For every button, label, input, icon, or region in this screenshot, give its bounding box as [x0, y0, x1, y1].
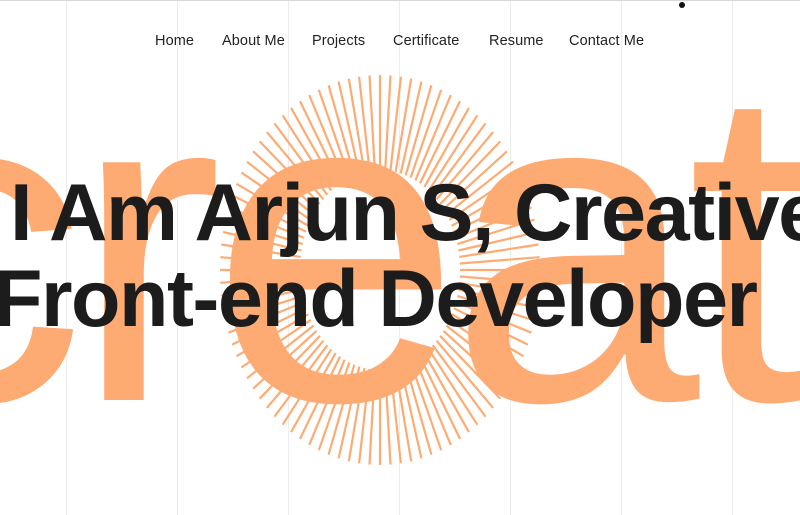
headline-line-2: Front-end Developer	[0, 254, 758, 344]
main-navigation: Home About Me Projects Certificate Resum…	[0, 33, 800, 53]
nav-projects-link[interactable]: Projects	[312, 33, 365, 49]
hero-headline: I Am Arjun S, Creative Front-end Develop…	[0, 170, 800, 342]
portfolio-page: Home About Me Projects Certificate Resum…	[0, 0, 800, 515]
nav-certificate-link[interactable]: Certificate	[393, 33, 459, 49]
nav-home-link[interactable]: Home	[155, 33, 194, 49]
top-border	[0, 0, 800, 1]
nav-resume-link[interactable]: Resume	[489, 33, 544, 49]
cursor-dot	[679, 2, 685, 8]
headline-line-1: I Am Arjun S, Creative	[10, 168, 800, 258]
nav-contact-link[interactable]: Contact Me	[569, 33, 644, 49]
nav-about-link[interactable]: About Me	[222, 33, 285, 49]
